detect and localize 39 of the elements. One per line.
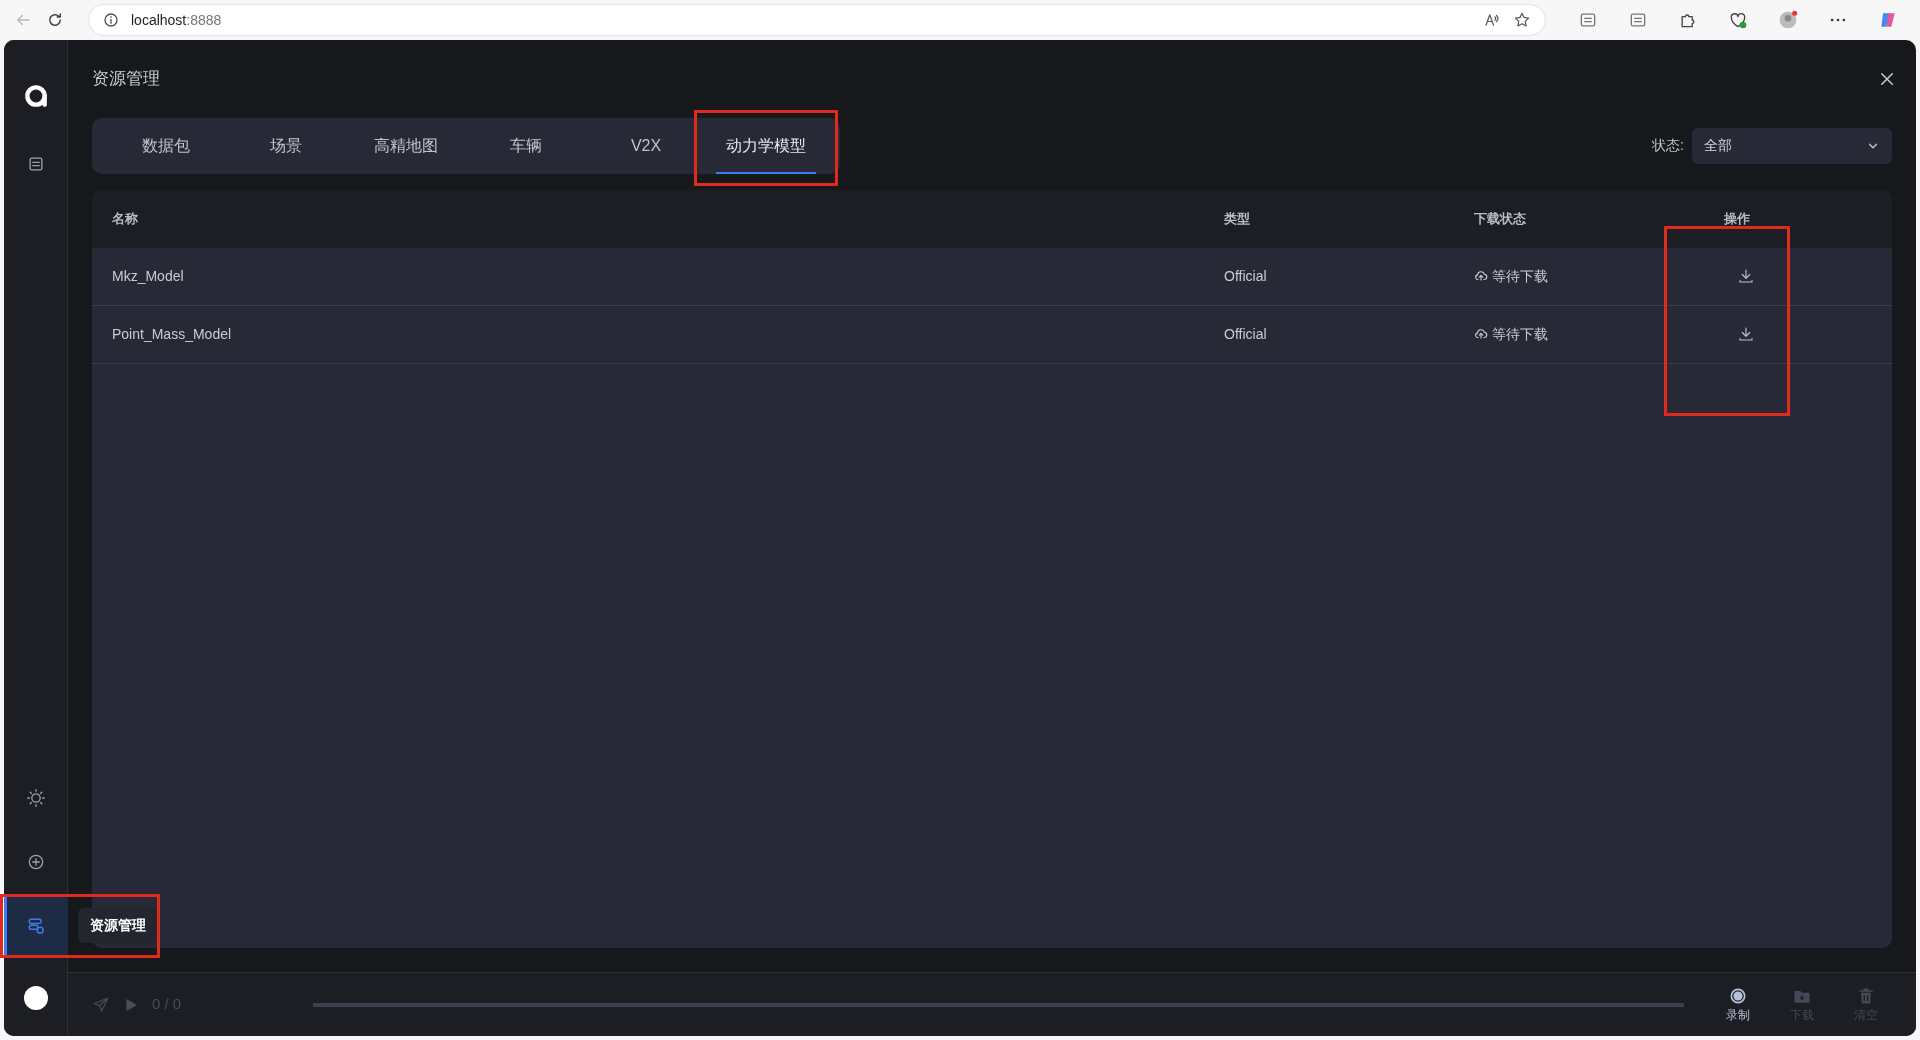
- column-header: 名称: [112, 210, 138, 226]
- table-cell: Official: [1224, 267, 1267, 284]
- star-icon[interactable]: [1513, 11, 1531, 29]
- tab[interactable]: V2X: [586, 117, 706, 174]
- address-bar[interactable]: localhost:8888: [88, 4, 1546, 36]
- copilot-icon[interactable]: [1878, 10, 1898, 30]
- cloud-icon: [1474, 269, 1488, 283]
- tab[interactable]: 场景: [226, 117, 346, 174]
- read-aloud-icon[interactable]: [1483, 11, 1501, 29]
- info-icon: [103, 12, 119, 28]
- tab[interactable]: 数据包: [106, 117, 226, 174]
- url-text: localhost:8888: [131, 10, 222, 30]
- record-button[interactable]: 录制: [1712, 985, 1764, 1024]
- heart-icon[interactable]: [1728, 10, 1748, 30]
- tooltip: 资源管理: [77, 908, 158, 943]
- tab[interactable]: 高精地图: [346, 117, 466, 174]
- column-header: 类型: [1224, 210, 1250, 226]
- download-status: 等待下载: [1491, 266, 1548, 286]
- download-icon[interactable]: [1737, 325, 1755, 343]
- status-dropdown[interactable]: 全部: [1692, 127, 1892, 164]
- column-header: 下载状态: [1474, 210, 1526, 226]
- filter-label: 状态:: [1652, 136, 1684, 155]
- reload-icon[interactable]: [46, 11, 64, 29]
- avatar[interactable]: [23, 986, 48, 1010]
- column-header: 操作: [1724, 209, 1750, 228]
- table-cell: Point_Mass_Model: [112, 325, 232, 342]
- panel-title: 资源管理: [92, 68, 160, 90]
- download-icon[interactable]: [1737, 267, 1755, 285]
- tab[interactable]: 车辆: [466, 117, 586, 174]
- logo-icon: [22, 83, 49, 109]
- table-cell: Official: [1224, 325, 1267, 342]
- sun-icon[interactable]: [25, 788, 46, 808]
- table-cell: Mkz_Model: [112, 267, 184, 284]
- profile-icon[interactable]: [1778, 10, 1798, 30]
- download-status: 等待下载: [1491, 324, 1548, 344]
- progress-track[interactable]: [313, 1002, 1684, 1007]
- cloud-icon: [1474, 327, 1488, 341]
- tab[interactable]: 动力学模型: [706, 117, 826, 174]
- close-icon[interactable]: [1878, 70, 1896, 88]
